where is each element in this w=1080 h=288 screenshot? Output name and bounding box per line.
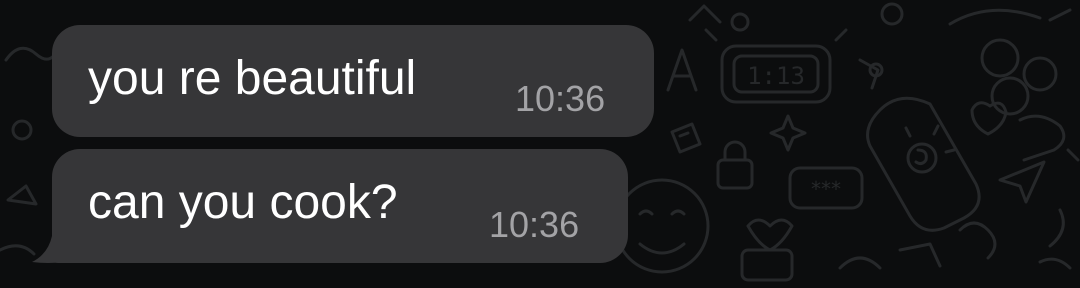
message-timestamp: 10:36 <box>489 204 580 245</box>
password-icon: *** <box>788 166 864 210</box>
message-timestamp: 10:36 <box>515 78 606 119</box>
svg-text:1:13: 1:13 <box>747 62 805 90</box>
bottle-icon <box>866 96 981 232</box>
chat-area[interactable]: 1:13 *** you re beautiful 10:36 can you … <box>0 0 1080 288</box>
lock-icon <box>716 140 754 190</box>
smiley-icon <box>614 178 710 274</box>
message-bubble[interactable]: can you cook? 10:36 <box>52 149 628 263</box>
star-icon <box>769 114 807 152</box>
message-bubble[interactable]: you re beautiful 10:36 <box>52 25 654 137</box>
message-text: can you cook? <box>88 176 398 229</box>
heart-icon <box>970 101 1008 136</box>
message-text: you re beautiful <box>88 52 417 105</box>
svg-text:***: *** <box>811 177 841 201</box>
plane-icon <box>998 160 1046 204</box>
clock-icon: 1:13 <box>704 28 848 104</box>
